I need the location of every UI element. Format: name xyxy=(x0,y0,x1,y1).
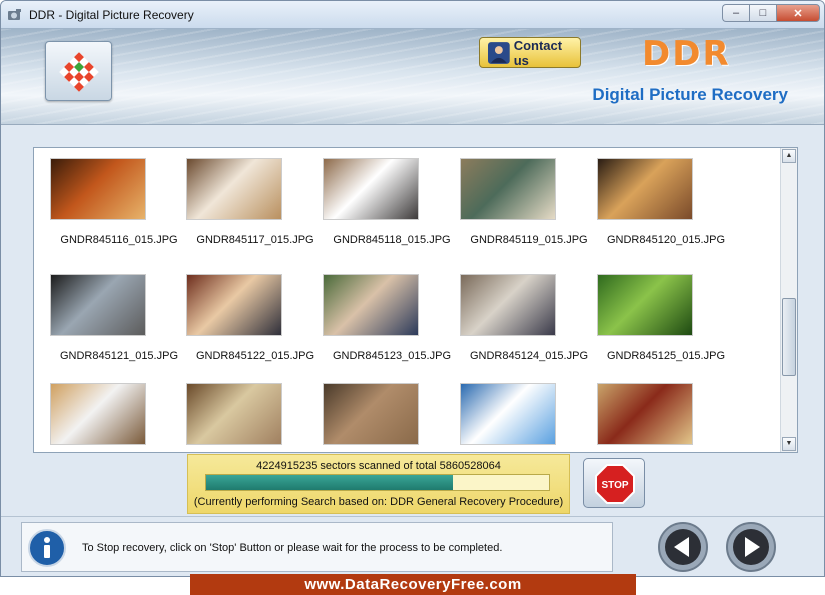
close-button[interactable]: ✕ xyxy=(776,4,820,22)
header-banner: Contact us DDR Digital Picture Recovery xyxy=(1,29,824,125)
thumbnail-image xyxy=(186,383,282,445)
hint-box: To Stop recovery, click on 'Stop' Button… xyxy=(21,522,613,572)
vertical-scrollbar[interactable]: ▲ ▼ xyxy=(780,148,797,452)
thumbnail-filename: GNDR845116_015.JPG xyxy=(60,234,178,246)
minimize-button[interactable]: – xyxy=(722,4,749,22)
window-controls: – □ ✕ xyxy=(722,4,820,22)
thumbnail-filename: GNDR845123_015.JPG xyxy=(332,350,451,362)
thumbnail-filename: GNDR845124_015.JPG xyxy=(469,350,588,362)
app-logo-button[interactable] xyxy=(45,41,112,101)
thumbnail-image xyxy=(323,274,419,336)
thumbnail-image xyxy=(323,383,419,445)
stop-button-label: STOP xyxy=(601,480,628,491)
thumbnail-filename: GNDR845122_015.JPG xyxy=(195,350,314,362)
app-title-icon xyxy=(8,9,21,20)
window-title: DDR - Digital Picture Recovery xyxy=(29,8,194,22)
thumbnail-filename: GNDR845121_015.JPG xyxy=(59,350,178,362)
thumbnail-image xyxy=(597,158,693,220)
thumbnail-image xyxy=(186,274,282,336)
contact-us-button[interactable]: Contact us xyxy=(479,37,581,68)
scrollbar-thumb[interactable] xyxy=(782,298,796,376)
info-icon xyxy=(28,529,66,567)
stop-button[interactable]: STOP xyxy=(583,458,645,508)
back-button[interactable] xyxy=(657,521,709,573)
thumbnail-image xyxy=(597,274,693,336)
thumbnail-image xyxy=(50,158,146,220)
thumbnail-image xyxy=(186,158,282,220)
maximize-button[interactable]: □ xyxy=(749,4,776,22)
contact-us-label: Contact us xyxy=(513,37,563,68)
thumbnail-filename: GNDR845119_015.JPG xyxy=(470,234,588,246)
thumbnail-filename: GNDR845118_015.JPG xyxy=(333,234,451,246)
thumbnail-image xyxy=(460,383,556,445)
thumbnail-image xyxy=(460,158,556,220)
person-icon xyxy=(488,41,510,64)
thumbnail-image xyxy=(597,383,693,445)
search-method-text: (Currently performing Search based on: D… xyxy=(193,496,564,508)
scroll-down-arrow-icon[interactable]: ▼ xyxy=(782,437,796,451)
progress-bar xyxy=(205,474,550,491)
title-bar: DDR - Digital Picture Recovery – □ ✕ xyxy=(1,1,824,29)
thumbnail-image xyxy=(50,274,146,336)
brand-name: DDR xyxy=(642,34,731,74)
thumbnail-image xyxy=(50,383,146,445)
stop-sign-icon: STOP xyxy=(595,464,635,504)
next-button[interactable] xyxy=(725,521,777,573)
thumbnail-filename: GNDR845125_015.JPG xyxy=(606,350,725,362)
hint-text: To Stop recovery, click on 'Stop' Button… xyxy=(82,542,503,554)
thumbnail-filename: GNDR845120_015.JPG xyxy=(606,234,725,246)
checker-logo-icon xyxy=(59,52,99,92)
scroll-up-arrow-icon[interactable]: ▲ xyxy=(782,149,796,163)
website-banner[interactable]: www.DataRecoveryFree.com xyxy=(190,574,636,595)
recovered-pictures-list[interactable]: GNDR845116_015.JPG GNDR845117_015.JPG GNDR… xyxy=(33,147,798,453)
brand-subtitle: Digital Picture Recovery xyxy=(592,85,788,104)
thumbnail-image xyxy=(323,158,419,220)
progress-bar-fill xyxy=(206,475,454,490)
progress-panel: 4224915235 sectors scanned of total 5860… xyxy=(187,454,570,514)
footer-bar: To Stop recovery, click on 'Stop' Button… xyxy=(1,516,824,576)
sectors-scanned-text: 4224915235 sectors scanned of total 5860… xyxy=(256,460,501,472)
thumbnail-image xyxy=(460,274,556,336)
app-window: DDR - Digital Picture Recovery – □ ✕ Con… xyxy=(0,0,825,577)
thumbnail-filename: GNDR845117_015.JPG xyxy=(196,234,314,246)
